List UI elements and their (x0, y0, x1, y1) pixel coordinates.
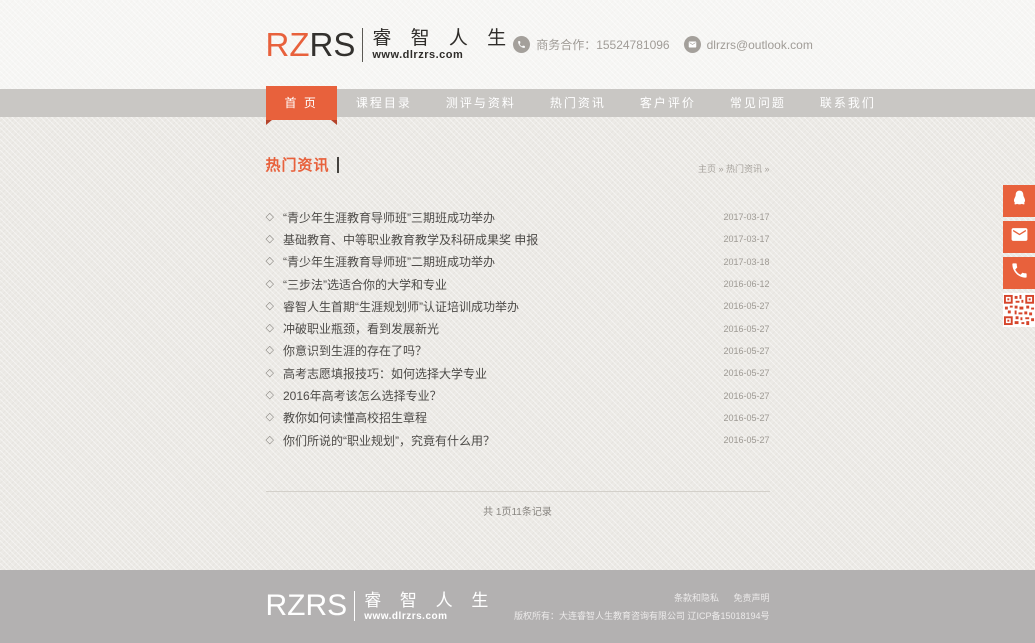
footer-logo-chinese-name: 睿 智 人 生 (364, 591, 495, 611)
qq-button[interactable] (1003, 185, 1035, 217)
page-title: 热门资讯 (266, 154, 339, 175)
logo-chinese-name: 睿 智 人 生 (372, 28, 513, 50)
diamond-icon: ◇ (266, 345, 274, 356)
article-link[interactable]: 基础教育、中等职业教育教学及科研成果奖 申报 (283, 231, 723, 248)
article-row: ◇ 睿智人生首期“生涯规划师”认证培训成功举办 2016-05-27 (266, 295, 770, 317)
nav-item-courses[interactable]: 课程目录 (339, 89, 429, 117)
article-date: 2016-05-27 (723, 368, 769, 378)
article-date: 2016-05-27 (723, 324, 769, 334)
diamond-icon: ◇ (266, 212, 274, 223)
article-row: ◇ 你意识到生涯的存在了吗？ 2016-05-27 (266, 340, 770, 362)
diamond-icon: ◇ (266, 234, 274, 245)
article-link[interactable]: 你意识到生涯的存在了吗？ (283, 342, 723, 359)
article-row: ◇ 基础教育、中等职业教育教学及科研成果奖 申报 2017-03-17 (266, 228, 770, 250)
article-link[interactable]: 你们所说的“职业规划”，究竟有什么用？ (283, 432, 723, 449)
page: RZRS 睿 智 人 生 www.dlrzrs.com 商务合作：1552478… (0, 0, 1035, 643)
mail-icon (1010, 225, 1029, 249)
diamond-icon: ◇ (266, 301, 274, 312)
quickbar (1003, 185, 1035, 327)
site-logo[interactable]: RZRS 睿 智 人 生 www.dlrzrs.com (266, 28, 514, 62)
article-list: ◇ “青少年生涯教育导师班”三期班成功举办 2017-03-17 ◇ 基础教育、… (266, 206, 770, 451)
article-link[interactable]: 2016年高考该怎么选择专业？ (283, 387, 723, 404)
footer-logo-chinese-block: 睿 智 人 生 www.dlrzrs.com (364, 591, 495, 622)
list-divider (266, 491, 770, 492)
title-bar-decoration (337, 157, 339, 173)
footer-copyright: 版权所有：大连睿智人生教育咨询有限公司 辽ICP备15018194号 (514, 609, 770, 622)
article-row: ◇ 冲破职业瓶颈，看到发展新光 2016-05-27 (266, 317, 770, 339)
phone-contact: 商务合作：15524781096 (513, 36, 669, 53)
article-date: 2016-05-27 (723, 301, 769, 311)
page-title-text: 热门资讯 (266, 154, 330, 175)
article-link[interactable]: “三步法”选适合你的大学和专业 (283, 276, 723, 293)
main-content: 热门资讯 主页 » 热门资讯 » ◇ “青少年生涯教育导师班”三期班成功举办 2… (266, 117, 770, 518)
footer-info: 条款和隐私 免责声明 版权所有：大连睿智人生教育咨询有限公司 辽ICP备1501… (514, 591, 770, 622)
phone-icon (513, 36, 530, 53)
diamond-icon: ◇ (266, 323, 274, 334)
phone-icon (1010, 261, 1029, 285)
footer-logo-site-url: www.dlrzrs.com (364, 611, 495, 622)
article-row: ◇ “青少年生涯教育导师班”二期班成功举办 2017-03-18 (266, 251, 770, 273)
article-link[interactable]: “青少年生涯教育导师班”三期班成功举办 (283, 209, 723, 226)
article-row: ◇ “三步法”选适合你的大学和专业 2016-06-12 (266, 273, 770, 295)
nav-item-contact[interactable]: 联系我们 (803, 89, 893, 117)
diamond-icon: ◇ (266, 368, 274, 379)
article-row: ◇ 高考志愿填报技巧：如何选择大学专业 2016-05-27 (266, 362, 770, 384)
article-date: 2016-05-27 (723, 346, 769, 356)
article-date: 2016-06-12 (723, 279, 769, 289)
qr-code[interactable] (1003, 293, 1035, 327)
article-date: 2017-03-17 (723, 212, 769, 222)
header-contacts: 商务合作：15524781096 dlrzrs@outlook.com (513, 36, 813, 53)
article-row: ◇ 教你如何读懂高校招生章程 2016-05-27 (266, 407, 770, 429)
article-row: ◇ 你们所说的“职业规划”，究竟有什么用？ 2016-05-27 (266, 429, 770, 451)
qq-icon (1010, 189, 1029, 213)
diamond-icon: ◇ (266, 256, 274, 267)
footer-link-disclaimer[interactable]: 免责声明 (733, 593, 769, 603)
article-date: 2016-05-27 (723, 435, 769, 445)
email-button[interactable] (1003, 221, 1035, 253)
article-date: 2017-03-18 (723, 257, 769, 267)
diamond-icon: ◇ (266, 435, 274, 446)
article-link[interactable]: 冲破职业瓶颈，看到发展新光 (283, 320, 723, 337)
article-link[interactable]: 教你如何读懂高校招生章程 (283, 409, 723, 426)
email-contact[interactable]: dlrzrs@outlook.com (684, 36, 813, 53)
nav-item-assessment[interactable]: 测评与资料 (429, 89, 533, 117)
phone-contact-label: 商务合作：15524781096 (536, 36, 669, 53)
qr-code-image (1003, 293, 1035, 327)
pagination-summary: 共 1页11条记录 (266, 503, 770, 518)
email-icon (684, 36, 701, 53)
article-link[interactable]: 睿智人生首期“生涯规划师”认证培训成功举办 (283, 298, 723, 315)
diamond-icon: ◇ (266, 412, 274, 423)
breadcrumb[interactable]: 主页 » 热门资讯 » (698, 162, 770, 175)
article-date: 2017-03-17 (723, 234, 769, 244)
article-row: ◇ 2016年高考该怎么选择专业？ 2016-05-27 (266, 384, 770, 406)
logo-wordmark: RZRS (266, 28, 356, 61)
logo-chinese-block: 睿 智 人 生 www.dlrzrs.com (372, 28, 513, 62)
diamond-icon: ◇ (266, 390, 274, 401)
article-date: 2016-05-27 (723, 413, 769, 423)
nav-item-reviews[interactable]: 客户评价 (623, 89, 713, 117)
nav-item-home[interactable]: 首 页 (266, 86, 337, 120)
main-nav: 首 页 课程目录 测评与资料 热门资讯 客户评价 常见问题 联系我们 (0, 89, 1035, 117)
footer-logo-divider (354, 591, 355, 621)
footer-logo[interactable]: RZRS 睿 智 人 生 www.dlrzrs.com (266, 591, 496, 622)
phone-button[interactable] (1003, 257, 1035, 289)
footer-logo-wordmark: RZRS (266, 591, 348, 621)
footer-links: 条款和隐私 免责声明 (514, 591, 770, 604)
article-link[interactable]: 高考志愿填报技巧：如何选择大学专业 (283, 365, 723, 382)
footer-link-terms[interactable]: 条款和隐私 (674, 593, 719, 603)
logo-site-url: www.dlrzrs.com (372, 49, 513, 61)
nav-item-news[interactable]: 热门资讯 (533, 89, 623, 117)
article-date: 2016-05-27 (723, 391, 769, 401)
email-contact-label: dlrzrs@outlook.com (707, 38, 813, 52)
logo-divider (362, 28, 363, 62)
article-row: ◇ “青少年生涯教育导师班”三期班成功举办 2017-03-17 (266, 206, 770, 228)
site-footer: RZRS 睿 智 人 生 www.dlrzrs.com 条款和隐私 免责声明 版… (0, 570, 1035, 643)
nav-item-faq[interactable]: 常见问题 (713, 89, 803, 117)
site-header: RZRS 睿 智 人 生 www.dlrzrs.com 商务合作：1552478… (0, 0, 1035, 89)
diamond-icon: ◇ (266, 279, 274, 290)
article-link[interactable]: “青少年生涯教育导师班”二期班成功举办 (283, 253, 723, 270)
